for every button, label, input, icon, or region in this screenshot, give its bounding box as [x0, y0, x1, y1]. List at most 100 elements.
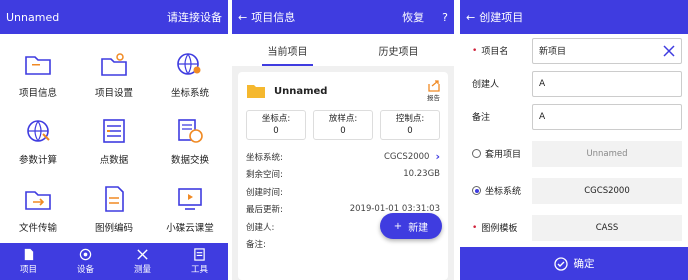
detail-value: 10.23GB: [403, 169, 440, 180]
create-project-form: • 项目名 新项目 创建人 A 备注 A 套用项目 Unnamed 坐标系统 CG…: [460, 34, 688, 244]
back-arrow-icon[interactable]: ←: [466, 11, 475, 24]
back-arrow-icon[interactable]: ←: [238, 11, 247, 24]
grid-item-point-data[interactable]: 点数据: [76, 108, 152, 176]
report-label: 报告: [427, 94, 440, 102]
legend-template-row: • 图例模板 CASS: [460, 211, 688, 244]
apply-project-row: 套用项目 Unnamed: [460, 137, 688, 170]
grid-item-label: 项目设置: [94, 87, 133, 99]
grid-item-project-info[interactable]: 项目信息: [0, 40, 76, 108]
nav-item-device[interactable]: 设备: [57, 243, 114, 280]
select-value: Unnamed: [586, 148, 628, 159]
apply-project-radio[interactable]: [472, 149, 481, 158]
folder-settings-icon: [101, 53, 127, 76]
help-button[interactable]: ?: [442, 11, 448, 24]
point-list-icon: [103, 119, 125, 144]
coordinate-point-count[interactable]: 坐标点: 0: [246, 110, 306, 140]
grid-item-parameter-calc[interactable]: 参数计算: [0, 108, 76, 176]
input-value: 新项目: [539, 47, 567, 57]
connect-device-button[interactable]: 请连接设备: [167, 9, 222, 25]
grid-item-legend-code[interactable]: 图例编码: [76, 175, 152, 243]
point-counts: 坐标点: 0 放样点: 0 控制点: 0: [246, 110, 440, 140]
nav-item-measure[interactable]: 测量: [114, 243, 171, 280]
legend-template-value[interactable]: CASS: [532, 214, 682, 241]
plus-icon: +: [393, 220, 403, 232]
video-classroom-icon: [178, 188, 202, 210]
tab-history-project[interactable]: 历史项目: [343, 34, 454, 66]
create-project-topbar: ← 创建项目: [460, 0, 688, 34]
grid-item-label: 小碟云课堂: [166, 223, 214, 235]
share-icon: [427, 80, 440, 92]
grid-item-data-exchange[interactable]: 数据交换: [152, 108, 228, 176]
project-name: Unnamed: [274, 85, 328, 97]
grid-item-label: 点数据: [99, 155, 129, 167]
grid-item-file-transfer[interactable]: 文件传输: [0, 175, 76, 243]
nav-item-project[interactable]: 项目: [0, 243, 57, 280]
tab-current-project[interactable]: 当前项目: [232, 34, 343, 66]
detail-label: 备注:: [246, 240, 266, 251]
control-point-count[interactable]: 控制点: 0: [380, 110, 440, 140]
select-value: CGCS2000: [584, 185, 630, 196]
select-value: CASS: [595, 222, 619, 233]
apply-project-value[interactable]: Unnamed: [532, 140, 682, 167]
detail-coordinate-system[interactable]: 坐标系统: CGCS2000 ›: [246, 148, 440, 166]
tools-icon: [194, 248, 205, 261]
grid-item-coordinate-system[interactable]: 坐标系统: [152, 40, 228, 108]
field-label: 套用项目: [485, 150, 522, 160]
detail-label: 坐标系统:: [246, 152, 283, 163]
nav-item-label: 测量: [133, 265, 151, 275]
data-exchange-icon: [178, 119, 203, 144]
globe-arrows-icon: [27, 120, 50, 143]
nav-item-label: 设备: [76, 265, 94, 275]
point-value: 0: [273, 126, 279, 136]
back-group[interactable]: ← 项目信息: [238, 9, 295, 25]
project-card: Unnamed 报告 坐标点: 0 放样点: 0 控制点: 0 坐标系统: CG…: [238, 72, 448, 280]
input-value: A: [539, 111, 546, 122]
creator-row: 创建人 A: [460, 67, 688, 100]
measure-icon: [137, 249, 148, 260]
folder-icon: [25, 56, 51, 75]
new-project-button[interactable]: + 新建: [380, 213, 442, 239]
coordinate-system-value[interactable]: CGCS2000: [532, 177, 682, 204]
coordinate-system-radio[interactable]: [472, 186, 481, 195]
confirm-button[interactable]: 确定: [460, 247, 688, 280]
input-value: A: [539, 78, 546, 89]
project-name-input[interactable]: 新项目: [532, 37, 682, 64]
creator-input[interactable]: A: [532, 70, 682, 97]
project-info-screen: ← 项目信息 恢复 ? 当前项目 历史项目 Unnamed 报告 坐标点: 0: [232, 0, 454, 280]
stakeout-point-count[interactable]: 放样点: 0: [313, 110, 373, 140]
page-title: 创建项目: [479, 11, 524, 24]
check-circle-icon: [553, 256, 568, 271]
project-title: Unnamed: [6, 10, 60, 24]
bottom-navigation: 项目 设备 测量 工具: [0, 243, 228, 280]
detail-label: 创建时间:: [246, 187, 283, 198]
grid-item-label: 参数计算: [18, 155, 57, 167]
detail-value: CGCS2000: [383, 151, 430, 162]
restore-button[interactable]: 恢复: [402, 9, 424, 25]
report-button[interactable]: 报告: [427, 80, 440, 102]
field-label: 备注: [472, 113, 491, 123]
grid-item-label: 坐标系统: [170, 87, 209, 99]
note-input[interactable]: A: [532, 103, 682, 130]
note-row: 备注 A: [460, 100, 688, 133]
folder-icon: [247, 85, 265, 98]
globe-location-icon: [177, 53, 201, 75]
clear-icon[interactable]: [663, 44, 675, 57]
required-marker: •: [472, 45, 478, 56]
nav-item-tools[interactable]: 工具: [171, 243, 228, 280]
detail-label: 最后更新:: [246, 205, 283, 216]
coordinate-system-row: 坐标系统 CGCS2000: [460, 174, 688, 207]
grid-item-project-settings[interactable]: 项目设置: [76, 40, 152, 108]
grid-item-cloud-classroom[interactable]: 小碟云课堂: [152, 175, 228, 243]
field-label: 创建人: [472, 80, 500, 90]
point-label: 放样点:: [328, 114, 358, 124]
grid-item-label: 项目信息: [18, 87, 57, 99]
grid-item-label: 图例编码: [94, 223, 133, 235]
required-marker: •: [472, 222, 478, 233]
project-name-row: • 项目名 新项目: [460, 34, 688, 67]
create-project-screen: ← 创建项目 • 项目名 新项目 创建人 A 备注 A 套用项目 Unnamed …: [460, 0, 688, 280]
point-label: 控制点:: [395, 114, 425, 124]
field-label: 图例模板: [481, 224, 518, 234]
file-transfer-icon: [25, 191, 51, 210]
detail-label: 剩余空间:: [246, 170, 283, 181]
point-value: 0: [340, 126, 346, 136]
